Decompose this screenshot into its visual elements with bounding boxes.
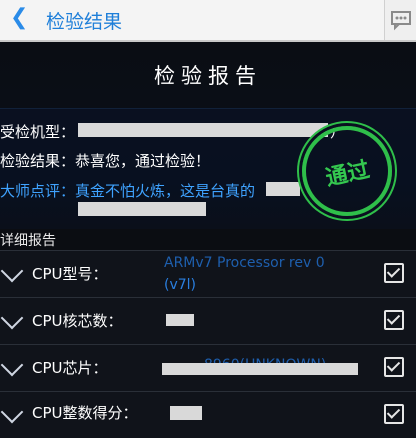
redaction xyxy=(78,202,206,216)
checkbox-checked-icon[interactable] xyxy=(384,404,404,424)
chevron-down-icon[interactable] xyxy=(0,259,24,283)
redaction xyxy=(266,182,300,196)
row-value-line2: (v7l) xyxy=(164,277,197,293)
back-icon[interactable]: ❮ xyxy=(10,5,28,30)
redaction xyxy=(162,363,358,375)
page-title: 检验结果 xyxy=(46,11,123,33)
model-line: 受检机型： xyxy=(0,121,75,142)
comment-text: 大师点评：真金不怕火炼，这是台真的 xyxy=(0,182,256,200)
detail-row-cpu-integer-score[interactable]: CPU整数得分： xyxy=(0,391,416,438)
detail-row-cpu-model[interactable]: CPU型号： ARMv7 Processor rev 0 (v7l) xyxy=(0,250,416,297)
top-app-bar: ❮ 检验结果 xyxy=(0,0,416,42)
chevron-down-icon[interactable] xyxy=(0,306,24,330)
result-text: 检验结果：恭喜您，通过检验！ xyxy=(0,152,211,170)
row-label: CPU芯片： xyxy=(32,359,108,377)
row-label: CPU型号： xyxy=(32,265,108,283)
share-icon xyxy=(391,11,411,31)
chevron-down-icon[interactable] xyxy=(0,353,24,377)
redaction xyxy=(78,123,328,137)
redaction xyxy=(170,406,202,420)
row-value: ARMv7 Processor rev 0 xyxy=(164,255,325,271)
checkbox-checked-icon[interactable] xyxy=(384,310,404,330)
model-label: 受检机型： xyxy=(0,123,76,141)
redaction xyxy=(166,314,194,326)
stamp-text: 通过 xyxy=(323,157,372,192)
detail-row-cpu-cores[interactable]: CPU核芯数： xyxy=(0,297,416,344)
details-label: 详细报告 xyxy=(0,233,56,249)
report-title: 检验报告 xyxy=(154,64,262,88)
row-label: CPU核芯数： xyxy=(32,312,123,330)
share-button[interactable] xyxy=(384,0,416,40)
checkbox-checked-icon[interactable] xyxy=(384,357,404,377)
checkbox-checked-icon[interactable] xyxy=(384,263,404,283)
detail-row-cpu-chip[interactable]: CPU芯片： 8960(UNKNOWN) xyxy=(0,344,416,391)
